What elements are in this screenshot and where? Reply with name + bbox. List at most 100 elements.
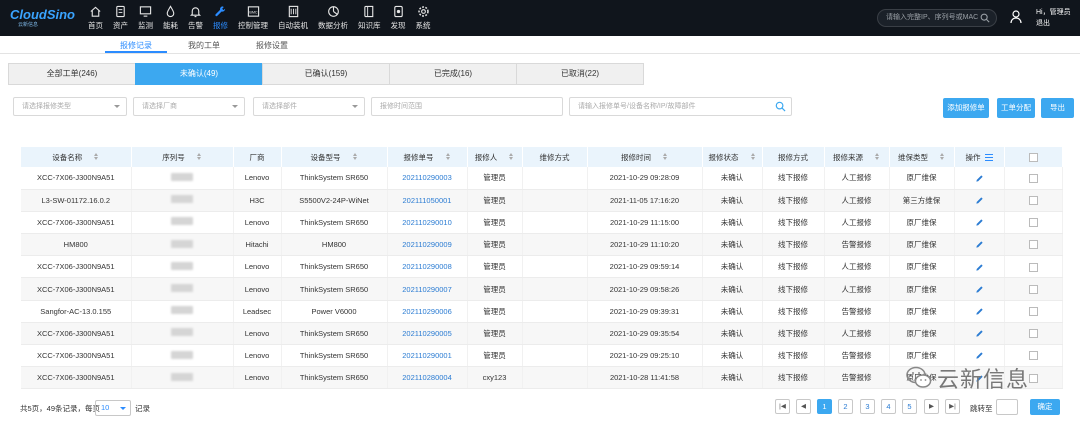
row-checkbox[interactable] xyxy=(1028,284,1038,294)
ticket-link[interactable]: 202110290008 xyxy=(402,262,452,271)
select-all-header[interactable] xyxy=(1004,147,1063,167)
column-header[interactable]: 报修方式 xyxy=(762,147,825,167)
column-header[interactable]: 报修单号 xyxy=(387,147,468,167)
sort-icon[interactable] xyxy=(509,153,514,161)
tab-cancelled[interactable]: 已取消(22) xyxy=(516,63,644,85)
last-page-button[interactable]: ▶| xyxy=(945,399,960,414)
nav-item-3[interactable]: 能耗 xyxy=(158,0,183,36)
nav-item-4[interactable]: 告警 xyxy=(183,0,208,36)
page-button-2[interactable]: 2 xyxy=(838,399,853,414)
nav-item-9[interactable]: 知识库 xyxy=(353,0,386,36)
search-icon[interactable] xyxy=(775,101,786,112)
ticket-link[interactable]: 202110290003 xyxy=(402,173,452,182)
logout-link[interactable]: 退出 xyxy=(1036,18,1071,29)
row-checkbox[interactable] xyxy=(1028,329,1038,339)
row-checkbox[interactable] xyxy=(1028,306,1038,316)
column-header[interactable]: 报修人 xyxy=(467,147,523,167)
column-header[interactable]: 序列号 xyxy=(131,147,234,167)
nav-item-0[interactable]: 首页 xyxy=(83,0,108,36)
ticket-link[interactable]: 202110290009 xyxy=(402,240,452,249)
sort-icon[interactable] xyxy=(196,153,202,161)
edit-icon[interactable] xyxy=(975,240,984,249)
tab-confirmed[interactable]: 已确认(159) xyxy=(262,63,390,85)
per-page-select[interactable]: 10 xyxy=(95,400,131,416)
row-checkbox[interactable] xyxy=(1028,351,1038,361)
ticket-link[interactable]: 202110290001 xyxy=(402,351,452,360)
edit-icon[interactable] xyxy=(975,351,984,360)
column-header[interactable]: 厂商 xyxy=(233,147,282,167)
edit-icon[interactable] xyxy=(975,196,984,205)
global-search-input[interactable]: 请输入完整IP、序列号或MAC xyxy=(877,9,997,27)
page-button-3[interactable]: 3 xyxy=(860,399,875,414)
table-row[interactable]: XCC-7X06-J300N9A51 Lenovo ThinkSystem SR65… xyxy=(21,277,1063,301)
sort-icon[interactable] xyxy=(352,153,358,161)
ticket-link[interactable]: 202110290005 xyxy=(402,329,452,338)
next-page-button[interactable]: ▶ xyxy=(924,399,939,414)
page-button-1[interactable]: 1 xyxy=(817,399,832,414)
add-repair-button[interactable]: 添加报修单 xyxy=(943,98,989,118)
time-range-input[interactable]: 报修时间范围 xyxy=(371,97,563,116)
subtab-repair-settings[interactable]: 报修设置 xyxy=(256,40,288,51)
nav-item-2[interactable]: 监测 xyxy=(133,0,158,36)
assign-ticket-button[interactable]: 工单分配 xyxy=(997,98,1035,118)
nav-item-8[interactable]: 数据分析 xyxy=(313,0,353,36)
column-header[interactable]: 报修来源 xyxy=(824,147,890,167)
table-row[interactable]: XCC-7X06-J300N9A51 Lenovo ThinkSystem SR65… xyxy=(21,211,1063,235)
table-row[interactable]: Sangfor-AC-13.0.155 Leadsec Power V6000 202… xyxy=(21,300,1063,323)
edit-icon[interactable] xyxy=(975,218,984,227)
logo[interactable]: CloudSino 云新信息 xyxy=(0,0,80,36)
edit-icon[interactable] xyxy=(975,174,984,183)
prev-page-button[interactable]: ◀ xyxy=(796,399,811,414)
row-checkbox[interactable] xyxy=(1028,173,1038,183)
column-header[interactable]: 维修方式 xyxy=(522,147,588,167)
page-button-4[interactable]: 4 xyxy=(881,399,896,414)
user-icon[interactable] xyxy=(1010,10,1022,24)
nav-item-10[interactable]: 发现 xyxy=(386,0,411,36)
jump-page-input[interactable] xyxy=(996,399,1018,415)
ticket-link[interactable]: 202110290006 xyxy=(402,307,452,316)
repair-type-select[interactable]: 请选择报修类型 xyxy=(13,97,127,116)
tab-completed[interactable]: 已完成(16) xyxy=(389,63,517,85)
nav-item-11[interactable]: 系统 xyxy=(411,0,436,36)
column-header[interactable]: 维保类型 xyxy=(889,147,955,167)
column-header[interactable]: 报修状态 xyxy=(702,147,763,167)
table-row[interactable]: XCC-7X06-J300N9A51 Lenovo ThinkSystem SR65… xyxy=(21,255,1063,279)
edit-icon[interactable] xyxy=(975,263,984,272)
first-page-button[interactable]: |◀ xyxy=(775,399,790,414)
sort-icon[interactable] xyxy=(750,153,756,161)
nav-item-5[interactable]: 报修 xyxy=(208,0,233,36)
keyword-search-input[interactable]: 请输入报修单号/设备名称/IP/故障部件 xyxy=(569,97,792,116)
subtab-my-tickets[interactable]: 我的工单 xyxy=(188,40,220,51)
sort-icon[interactable] xyxy=(445,153,451,161)
row-checkbox[interactable] xyxy=(1028,262,1038,272)
ticket-link[interactable]: 202110290007 xyxy=(402,285,452,294)
column-header[interactable]: 设备名称 xyxy=(21,147,132,167)
export-button[interactable]: 导出 xyxy=(1041,98,1074,118)
row-checkbox[interactable] xyxy=(1028,196,1038,206)
sort-icon[interactable] xyxy=(94,153,99,161)
part-select[interactable]: 请选择部件 xyxy=(253,97,365,116)
table-row[interactable]: HM800 Hitachi HM800 202110290009 管理员 2021-10-… xyxy=(21,233,1063,257)
ticket-link[interactable]: 202111050001 xyxy=(403,196,452,205)
edit-icon[interactable] xyxy=(975,285,984,294)
nav-item-6[interactable]: BMC 控制管理 xyxy=(233,0,273,36)
page-button-5[interactable]: 5 xyxy=(902,399,917,414)
table-row[interactable]: XCC-7X06-J300N9A51 Lenovo ThinkSystem SR65… xyxy=(21,322,1063,346)
confirm-jump-button[interactable]: 确定 xyxy=(1030,399,1060,415)
tab-all-tickets[interactable]: 全部工单(246) xyxy=(8,63,136,85)
sort-icon[interactable] xyxy=(663,153,668,161)
tab-unconfirmed[interactable]: 未确认(49) xyxy=(135,63,263,85)
row-checkbox[interactable] xyxy=(1028,240,1038,250)
nav-item-1[interactable]: 资产 xyxy=(108,0,133,36)
select-all-checkbox[interactable] xyxy=(1028,152,1038,162)
table-row[interactable]: L3-SW-01172.16.0.2 H3C S5500V2-24P-WiNet 20… xyxy=(21,189,1063,212)
subtab-repair-records[interactable]: 报修记录 xyxy=(120,40,152,51)
column-header[interactable]: 报修时间 xyxy=(587,147,703,167)
edit-icon[interactable] xyxy=(975,307,984,316)
sort-icon[interactable] xyxy=(875,153,880,161)
column-header[interactable]: 操作 xyxy=(954,147,1005,167)
search-icon[interactable] xyxy=(980,13,990,23)
column-menu-icon[interactable] xyxy=(984,154,993,162)
nav-item-7[interactable]: 自动装机 xyxy=(273,0,313,36)
row-checkbox[interactable] xyxy=(1028,218,1038,228)
